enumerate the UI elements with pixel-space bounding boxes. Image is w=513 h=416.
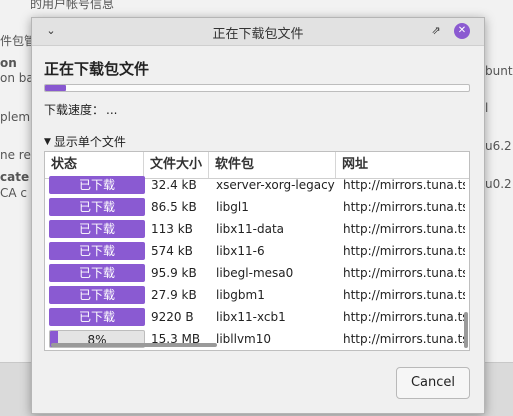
download-speed: 下载速度：... (44, 101, 117, 118)
package-url: http://mirrors.tuna.ts (343, 288, 465, 302)
restore-icon[interactable]: ⇗ (428, 23, 444, 39)
background-text: cate (0, 170, 30, 184)
background-text: u0.2 (485, 177, 512, 191)
table-row[interactable]: 已下载 32.4 kB xserver-xorg-legacy http://mirr… (45, 174, 469, 196)
file-size: 27.9 kB (151, 288, 197, 302)
overall-progress-fill (45, 85, 67, 91)
table-row[interactable]: 已下载 574 kB libx11-6 http://mirrors.tuna.ts (45, 240, 469, 262)
background-text: 的用户帐号信息 (30, 0, 115, 11)
background-text: ne re (0, 148, 31, 162)
package-url: http://mirrors.tuna.ts (343, 332, 465, 346)
horizontal-scrollbar[interactable] (51, 343, 217, 347)
status-progress-bar: 已下载 (49, 242, 145, 260)
dialog-heading: 正在下载包文件 (44, 60, 150, 78)
download-dialog: ⌄ 正在下载包文件 ⇗ ✕ 正在下载包文件 下载速度：... ▼ 显示单个文件 … (31, 17, 485, 414)
package-url: http://mirrors.tuna.ts (343, 178, 465, 192)
status-label: 已下载 (78, 222, 115, 236)
cancel-button[interactable]: Cancel (396, 367, 470, 399)
close-icon[interactable]: ✕ (454, 23, 470, 39)
package-name: libgbm1 (216, 288, 265, 302)
files-table: 状态 文件大小 软件包 网址 已下载 32.4 kB xserver-xorg-le… (44, 151, 470, 351)
show-files-expander[interactable]: ▼ 显示单个文件 (44, 133, 126, 150)
window-title: 正在下载包文件 (212, 27, 304, 42)
package-name: libgl1 (216, 200, 249, 214)
background-text: CA c (0, 186, 27, 200)
package-name: libllvm10 (216, 332, 272, 346)
status-label: 已下载 (78, 244, 115, 258)
file-size: 574 kB (151, 244, 193, 258)
package-name: libegl-mesa0 (216, 266, 294, 280)
status-label: 已下载 (78, 178, 115, 192)
status-label: 已下载 (78, 310, 115, 324)
package-name: libx11-data (216, 222, 285, 236)
status-label: 已下载 (78, 266, 115, 280)
table-row[interactable]: 已下载 27.9 kB libgbm1 http://mirrors.tuna.ts (45, 284, 469, 306)
package-name: libx11-6 (216, 244, 265, 258)
file-size: 32.4 kB (151, 178, 197, 192)
table-row[interactable]: 已下载 95.9 kB libegl-mesa0 http://mirrors.tun… (45, 262, 469, 284)
vertical-scrollbar[interactable] (464, 312, 468, 348)
background-text: on (0, 56, 17, 70)
overall-progress-bar (44, 84, 470, 92)
status-label: 已下载 (78, 200, 115, 214)
table-row[interactable]: 已下载 86.5 kB libgl1 http://mirrors.tuna.ts (45, 196, 469, 218)
status-progress-bar: 已下载 (49, 176, 145, 194)
background-text: bunt (485, 64, 513, 78)
package-url: http://mirrors.tuna.ts (343, 310, 465, 324)
background-text: plem (0, 110, 31, 124)
background-text: l (485, 101, 489, 115)
file-size: 9220 B (151, 310, 194, 324)
package-name: libx11-xcb1 (216, 310, 286, 324)
package-name: xserver-xorg-legacy (216, 178, 335, 192)
status-progress-bar: 已下载 (49, 264, 145, 282)
status-progress-bar: 已下载 (49, 308, 145, 326)
package-url: http://mirrors.tuna.ts (343, 222, 465, 236)
table-row[interactable]: 已下载 113 kB libx11-data http://mirrors.tuna.… (45, 218, 469, 240)
speed-value: ... (106, 103, 118, 117)
background-text: u6.2 (485, 139, 512, 153)
file-size: 113 kB (151, 222, 193, 236)
table-row[interactable]: 已下载 9220 B libx11-xcb1 http://mirrors.tuna.… (45, 306, 469, 328)
package-url: http://mirrors.tuna.ts (343, 266, 465, 280)
file-size: 86.5 kB (151, 200, 197, 214)
file-size: 95.9 kB (151, 266, 197, 280)
status-progress-bar: 已下载 (49, 286, 145, 304)
package-url: http://mirrors.tuna.ts (343, 200, 465, 214)
status-label: 已下载 (78, 288, 115, 302)
titlebar: ⌄ 正在下载包文件 ⇗ ✕ (32, 18, 484, 46)
package-url: http://mirrors.tuna.ts (343, 244, 465, 258)
speed-label: 下载速度： (44, 103, 105, 117)
expander-label: 显示单个文件 (53, 135, 126, 149)
triangle-down-icon: ▼ (44, 136, 51, 147)
status-progress-bar: 已下载 (49, 220, 145, 238)
status-progress-bar: 已下载 (49, 198, 145, 216)
background-text: on ba (0, 71, 34, 85)
